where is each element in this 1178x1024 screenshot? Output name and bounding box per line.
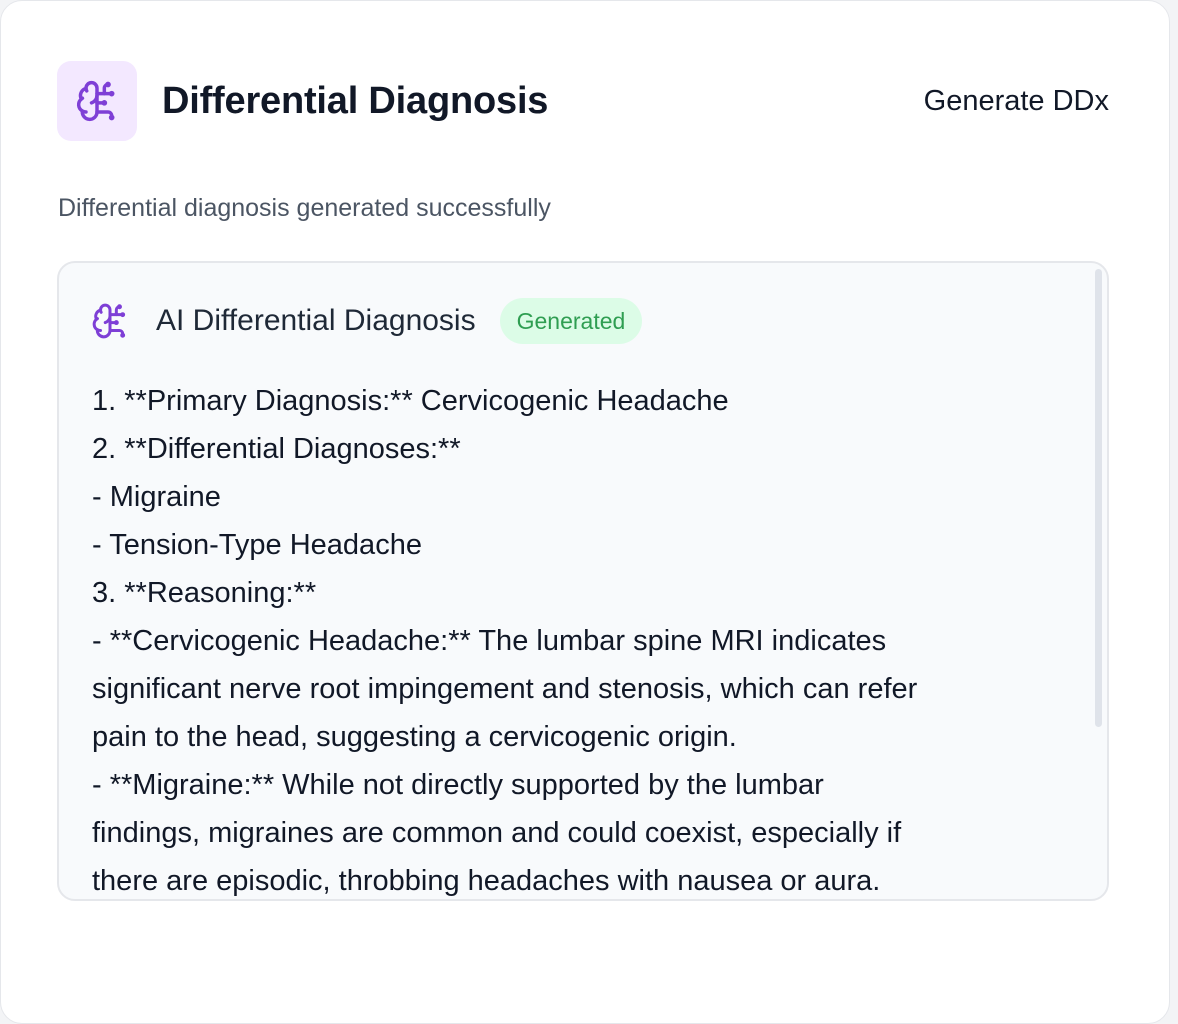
ddx-line: pain to the head, suggesting a cervicoge… [92,721,737,753]
ddx-card: Differential Diagnosis Generate DDx Diff… [0,0,1170,1024]
ddx-line: - **Migraine:** While not directly suppo… [92,769,824,801]
ddx-line: 2. **Differential Diagnoses:** [92,433,461,465]
ddx-line: there are episodic, throbbing headaches … [92,865,881,897]
scrollbar-thumb[interactable] [1095,269,1102,727]
brain-icon [92,303,126,339]
card-header: Differential Diagnosis Generate DDx [57,61,1109,141]
ddx-line: findings, migraines are common and could… [92,817,902,849]
generate-ddx-button[interactable]: Generate DDx [924,85,1109,118]
status-message: Differential diagnosis generated success… [58,194,551,222]
ddx-line: - Migraine [92,481,221,513]
brain-icon [76,80,115,122]
ddx-result-panel: AI Differential Diagnosis Generated 1. *… [57,261,1109,901]
ddx-line: - **Cervicogenic Headache:** The lumbar … [92,625,887,657]
ddx-line: 1. **Primary Diagnosis:** Cervicogenic H… [92,385,729,417]
ddx-content: 1. **Primary Diagnosis:** Cervicogenic H… [92,377,1062,899]
status-badge: Generated [499,298,643,344]
result-title: AI Differential Diagnosis [156,304,476,337]
ddx-line: - Tension-Type Headache [92,529,422,561]
result-header: AI Differential Diagnosis Generated [91,297,643,345]
brain-icon-badge [57,61,137,141]
ddx-line: significant nerve root impingement and s… [92,673,918,705]
page-title: Differential Diagnosis [162,79,549,122]
ddx-line: 3. **Reasoning:** [92,577,317,609]
